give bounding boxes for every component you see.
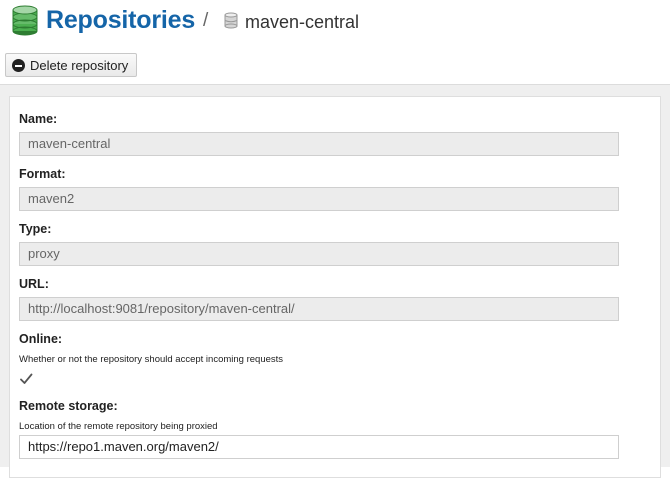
remote-storage-label: Remote storage:: [19, 399, 118, 413]
minus-circle-icon: [12, 59, 25, 72]
name-label: Name:: [19, 112, 58, 126]
url-field: http://localhost:9081/repository/maven-c…: [19, 297, 619, 321]
page-title[interactable]: Repositories: [46, 4, 195, 36]
checkmark-icon[interactable]: [19, 372, 33, 386]
breadcrumb-repo-name: maven-central: [245, 12, 360, 32]
name-field: maven-central: [19, 132, 619, 156]
format-field: maven2: [19, 187, 619, 211]
database-icon: [12, 5, 38, 36]
delete-repository-button[interactable]: Delete repository: [5, 53, 137, 77]
online-help: Whether or not the repository should acc…: [19, 354, 284, 365]
type-label: Type:: [19, 222, 52, 236]
type-field: proxy: [19, 242, 619, 266]
url-label: URL:: [19, 277, 49, 291]
database-small-icon: [224, 12, 238, 29]
remote-storage-input[interactable]: https://repo1.maven.org/maven2/: [19, 435, 619, 459]
format-label: Format:: [19, 167, 66, 181]
delete-repository-label: Delete repository: [30, 57, 129, 73]
breadcrumb-separator: /: [203, 10, 209, 31]
remote-storage-help: Location of the remote repository being …: [19, 421, 218, 432]
page-header: Repositories / maven-central Delete repo…: [0, 0, 670, 85]
online-label: Online:: [19, 332, 63, 346]
